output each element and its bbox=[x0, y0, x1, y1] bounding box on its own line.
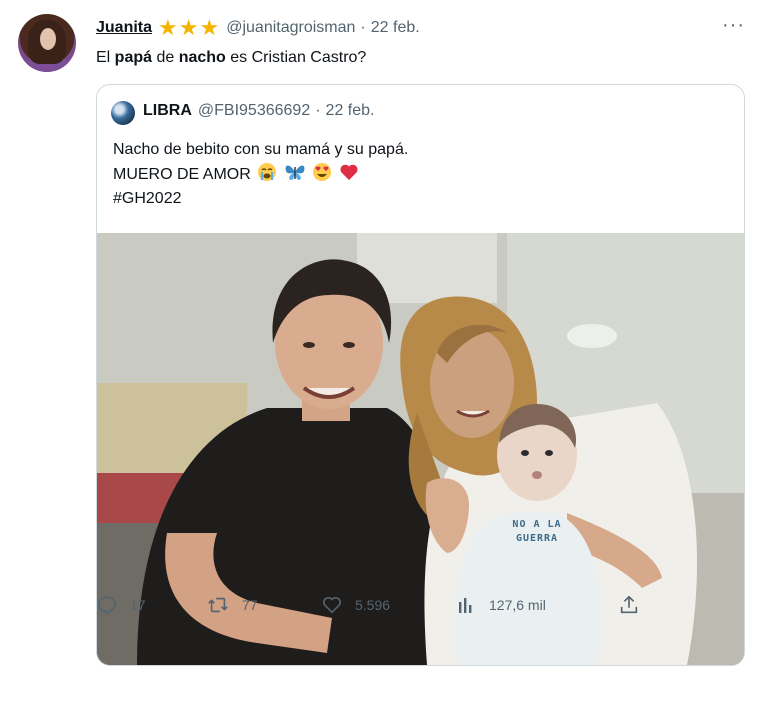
tweet-date[interactable]: 22 feb. bbox=[371, 19, 420, 37]
retweet-icon bbox=[208, 597, 228, 613]
quoted-line-1: Nacho de bebito con su mamá y su papá. bbox=[113, 141, 409, 158]
user-handle[interactable]: @juanitagroisman bbox=[226, 19, 355, 37]
separator-dot: · bbox=[360, 19, 366, 36]
quoted-display-name[interactable]: LIBRA bbox=[143, 102, 192, 120]
share-button[interactable] bbox=[618, 594, 640, 616]
quoted-date[interactable]: 22 feb. bbox=[326, 102, 375, 120]
quoted-header: LIBRA @FBI95366692 · 22 feb. bbox=[143, 102, 374, 120]
retweet-button[interactable]: 77 bbox=[206, 594, 258, 616]
quoted-line-2: MUERO DE AMOR bbox=[113, 162, 408, 187]
butterfly-icon bbox=[285, 165, 305, 180]
tweet[interactable]: Juanita ★ ★ ★ @juanitagroisman · 22 feb.… bbox=[0, 0, 767, 727]
views-button[interactable]: 127,6 mil bbox=[457, 594, 546, 616]
red-heart-icon bbox=[340, 164, 358, 180]
quoted-handle[interactable]: @FBI95366692 bbox=[198, 102, 310, 120]
views-count: 127,6 mil bbox=[489, 597, 546, 613]
reply-icon bbox=[97, 596, 117, 615]
views-icon bbox=[459, 598, 472, 613]
separator-dot: · bbox=[315, 102, 321, 119]
avatar[interactable] bbox=[18, 14, 76, 72]
shirt-text: NO A LA GUERRA bbox=[512, 519, 562, 544]
action-bar: 17 77 5.596 127,6 mil bbox=[0, 594, 767, 634]
bold-word-papa: papá bbox=[114, 49, 153, 66]
heart-eyes-icon bbox=[313, 163, 332, 181]
tweet-text: El papá de nacho es Cristian Castro? bbox=[96, 49, 367, 66]
tweet-header: Juanita ★ ★ ★ @juanitagroisman · 22 feb. bbox=[96, 17, 420, 39]
share-icon bbox=[620, 595, 638, 614]
star-badges: ★ ★ ★ bbox=[158, 15, 220, 40]
star-icon: ★ bbox=[199, 15, 220, 40]
star-icon: ★ bbox=[178, 15, 199, 40]
retweet-count: 77 bbox=[242, 597, 258, 613]
quoted-tweet[interactable]: LIBRA @FBI95366692 · 22 feb. Nacho de be… bbox=[96, 84, 745, 666]
star-icon: ★ bbox=[158, 15, 178, 40]
quoted-text: Nacho de bebito con su mamá y su papá. M… bbox=[113, 138, 408, 211]
like-button[interactable]: 5.596 bbox=[321, 594, 390, 616]
crying-face-icon bbox=[258, 163, 277, 181]
like-count: 5.596 bbox=[355, 597, 391, 613]
more-options-icon[interactable]: ··· bbox=[722, 15, 745, 35]
heart-icon bbox=[323, 597, 341, 614]
reply-count: 17 bbox=[130, 597, 146, 613]
quoted-avatar[interactable] bbox=[111, 101, 135, 125]
display-name[interactable]: Juanita bbox=[96, 19, 152, 37]
reply-button[interactable]: 17 bbox=[96, 594, 146, 616]
hashtag-link[interactable]: #GH2022 bbox=[113, 187, 408, 211]
bold-word-nacho: nacho bbox=[178, 49, 226, 66]
